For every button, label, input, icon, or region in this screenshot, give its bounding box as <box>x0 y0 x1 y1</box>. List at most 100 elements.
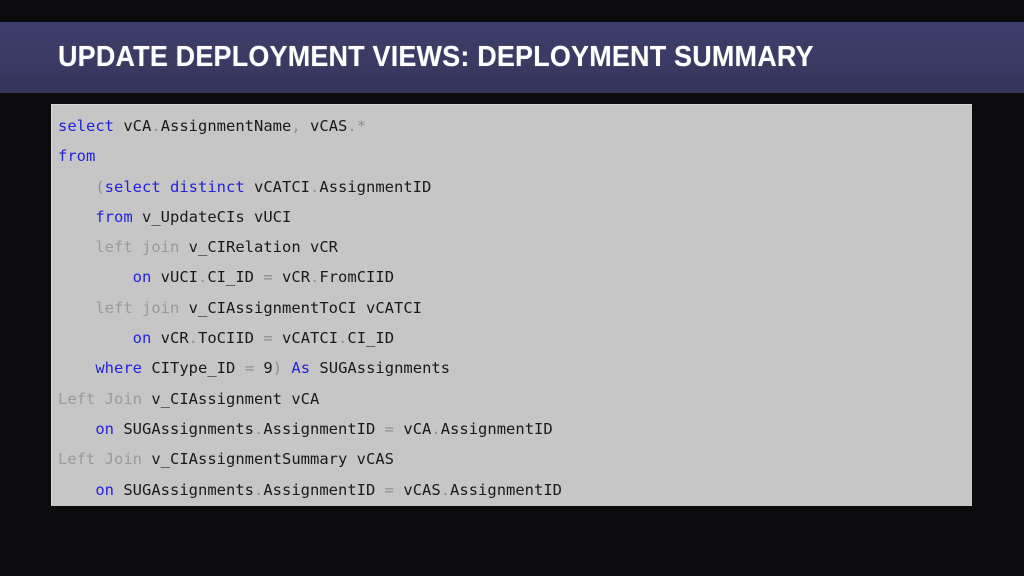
code-token-id: v_CIAssignmentToCI <box>188 298 357 317</box>
code-token-punc: * <box>356 117 367 135</box>
code-token-punc: . <box>338 329 348 348</box>
code-line: where CIType_ID = 9) As SUGAssignments <box>58 353 972 383</box>
code-token-id: vUCI <box>254 207 292 226</box>
code-token-punc: . <box>310 268 320 287</box>
code-token-ws <box>151 329 160 347</box>
code-line: on SUGAssignments.AssignmentID = vCA.Ass… <box>58 414 972 444</box>
code-token-id: vCA <box>123 117 152 135</box>
code-token-kw: select <box>58 117 114 135</box>
code-token-ws <box>301 117 310 135</box>
code-token-ws <box>375 481 384 499</box>
code-token-ws <box>114 481 123 499</box>
code-token-ws <box>282 359 291 377</box>
code-token-id: vCATCI <box>254 177 311 196</box>
code-token-kw: from <box>58 147 96 166</box>
code-token-id: vCR <box>310 238 338 257</box>
code-token-ws <box>142 450 151 468</box>
code-token-id: SUGAssignments <box>319 359 451 378</box>
code-token-punc: . <box>440 480 451 499</box>
code-token-kw: As <box>291 359 311 378</box>
code-token-id: vCATCI <box>282 329 339 348</box>
code-token-punc: = <box>384 419 395 438</box>
code-token-id: AssignmentID <box>263 480 376 499</box>
code-token-kw: on <box>132 268 152 287</box>
code-token-ws <box>282 390 291 408</box>
code-token-id: ToCIID <box>198 329 255 348</box>
code-token-punc: . <box>254 419 264 438</box>
code-token-ws <box>245 208 254 226</box>
code-token-kw: on <box>95 419 114 438</box>
code-token-id: vCR <box>160 329 189 348</box>
code-line: select vCA.AssignmentName, vCAS.* <box>58 111 972 141</box>
code-token-id: vCAS <box>356 450 394 469</box>
code-token-punc: . <box>254 480 264 499</box>
code-line: from <box>58 141 972 171</box>
code-token-kw: on <box>95 480 114 499</box>
code-token-ws <box>254 359 263 377</box>
code-token-id: AssignmentID <box>450 480 563 499</box>
code-token-kw: distinct <box>170 177 245 196</box>
code-token-id: vUCI <box>160 268 198 287</box>
slide-title-band: UPDATE DEPLOYMENT VIEWS: DEPLOYMENT SUMM… <box>0 22 1024 93</box>
code-token-ws <box>254 268 263 286</box>
code-token-ws <box>151 268 160 286</box>
code-token-punc: . <box>310 177 320 196</box>
code-line: from v_UpdateCIs vUCI <box>58 202 972 232</box>
code-block-panel: select vCA.AssignmentName, vCAS.* from (s… <box>51 104 972 506</box>
code-token-id: v_CIAssignmentSummary <box>151 450 348 469</box>
code-token-ws <box>357 299 366 317</box>
code-token-id: AssignmentName <box>160 117 292 135</box>
code-token-id: vCATCI <box>366 298 422 317</box>
code-token-id: vCAS <box>403 480 441 499</box>
page-title: UPDATE DEPLOYMENT VIEWS: DEPLOYMENT SUMM… <box>58 41 814 73</box>
code-token-punc: = <box>263 268 273 287</box>
code-token-ws <box>254 329 263 347</box>
code-token-punc: = <box>263 329 273 348</box>
code-line: left join v_CIAssignmentToCI vCATCI <box>58 293 972 323</box>
code-token-ws <box>142 390 151 408</box>
code-token-punc: . <box>347 117 357 135</box>
code-token-ws <box>394 420 403 438</box>
code-token-ws <box>235 359 244 377</box>
code-token-punc: ) <box>272 359 283 378</box>
code-token-punc: . <box>151 117 161 135</box>
code-token-ws <box>114 420 123 438</box>
code-token-id: v_UpdateCIs <box>142 207 245 226</box>
code-token-kw: on <box>132 329 152 348</box>
code-token-gray: Left Join <box>58 450 142 469</box>
code-line: on vCR.ToCIID = vCATCI.CI_ID <box>58 323 972 353</box>
code-line: Left Join v_CIAssignment vCA <box>58 384 972 414</box>
code-line: (select distinct vCATCI.AssignmentID <box>58 172 972 202</box>
code-listing: select vCA.AssignmentName, vCAS.* from (s… <box>52 105 972 505</box>
code-token-ws <box>394 481 403 499</box>
code-token-id: vCA <box>291 389 320 408</box>
code-token-id: AssignmentID <box>440 419 553 438</box>
code-token-gray: Left Join <box>58 389 142 408</box>
code-token-ws <box>114 117 123 135</box>
code-token-id: vCA <box>403 419 432 438</box>
code-token-ws <box>245 178 254 196</box>
code-token-id: FromCIID <box>319 268 395 287</box>
code-token-punc: ( <box>95 177 105 196</box>
code-line: left join v_CIRelation vCR <box>58 232 972 262</box>
code-token-punc: . <box>431 419 441 438</box>
code-token-gray: left join <box>95 298 180 317</box>
code-token-punc: = <box>384 480 395 499</box>
code-token-ws <box>142 359 151 377</box>
code-token-kw: from <box>95 207 133 226</box>
code-token-id: vCAS <box>310 117 348 135</box>
code-token-id: vCR <box>282 268 311 287</box>
code-token-ws <box>179 299 188 317</box>
code-token-id: v_CIAssignment <box>151 389 282 408</box>
code-token-id: v_CIRelation <box>188 238 301 257</box>
code-line: on vUCI.CI_ID = vCR.FromCIID <box>58 262 972 292</box>
code-token-punc: . <box>188 329 199 348</box>
code-token-punc: . <box>198 268 208 287</box>
